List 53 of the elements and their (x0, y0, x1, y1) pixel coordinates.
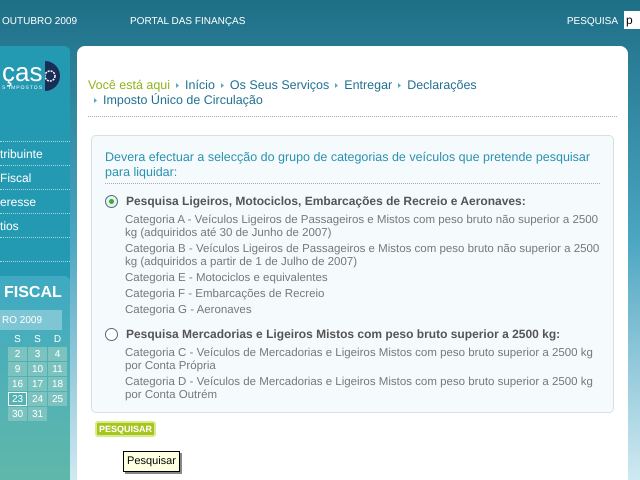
radio-button[interactable] (105, 328, 118, 340)
search-button[interactable]: PESQUISAR (95, 421, 156, 437)
category-text: Categoria C - Veículos de Mercadorias e Ligeiros Mistos com peso bruto superior a 2500 kg por Conta Própria (125, 347, 594, 373)
date-label: OUTUBRO 2009 (2, 15, 78, 29)
weekday-label: S (13, 333, 22, 346)
category-text: Categoria A - Veículos Ligeiros de Passageiros e Mistos com peso bruto não superior a 2500 kg (adquiridos até 30 de Junho de 2007) (125, 214, 600, 240)
breadcrumb-link[interactable]: Início (185, 78, 215, 93)
calendar-day[interactable]: 16 (8, 377, 27, 391)
radio-button[interactable] (105, 194, 118, 208)
breadcrumb-link[interactable]: Entregar (344, 78, 392, 93)
portal-link[interactable]: PORTAL DAS FINANÇAS (130, 14, 246, 29)
calendar-day[interactable]: 24 (28, 392, 47, 406)
calendar-day[interactable]: 30 (8, 407, 27, 421)
triangle-icon (220, 83, 224, 88)
triangle-icon (176, 83, 180, 88)
breadcrumb-label: Você está aqui (88, 78, 170, 93)
triangle-icon (335, 83, 338, 88)
weekday-label: S (33, 333, 42, 346)
sidebar-item[interactable]: tribuinte (0, 142, 70, 166)
calendar-day[interactable]: 18 (48, 377, 67, 391)
calendar-day[interactable]: 9 (8, 362, 27, 376)
radio-label[interactable]: Pesquisa Ligeiros, Motociclos, Embarcações de Recreio e Aeronaves: (126, 192, 526, 210)
breadcrumb-link[interactable]: Os Seus Serviços (230, 78, 330, 93)
sidebar-item[interactable]: tios (0, 214, 70, 238)
triangle-icon (94, 98, 97, 103)
logo-text: ças (2, 59, 44, 86)
calendar-day[interactable]: 10 (28, 362, 47, 376)
category-text: Categoria B - Veículos Ligeiros de Passageiros e Mistos com peso bruto não superior a 2500 kg (adquiridos a partir de 1 de Julho de 2007) (125, 243, 600, 269)
calendar-day[interactable]: 17 (28, 377, 47, 391)
breadcrumb-link[interactable]: Declarações (407, 78, 477, 93)
calendar-month: RO 2009 (0, 310, 62, 330)
calendar-day[interactable]: 4 (48, 347, 67, 361)
search-field[interactable]: p (624, 11, 640, 29)
search-label: PESQUISA (566, 15, 618, 29)
tooltip: Pesquisar (123, 451, 180, 472)
radio-label[interactable]: Pesquisa Mercadorias e Ligeiros Mistos com peso bruto superior a 2500 kg: (126, 325, 560, 343)
calendar-day[interactable]: 23 (8, 392, 27, 406)
calendar-day[interactable]: 11 (48, 362, 67, 376)
calendar-day[interactable]: 3 (28, 347, 47, 361)
breadcrumb-link[interactable]: Imposto Único de Circulação (103, 93, 263, 108)
sidebar-item[interactable]: Fiscal (0, 166, 70, 190)
category-text: Categoria E - Motociclos e equivalentes (125, 272, 329, 285)
triangle-icon (398, 83, 402, 88)
calendar-day[interactable]: 25 (48, 392, 67, 406)
calendar-day[interactable]: 2 (8, 347, 27, 361)
weekday-label: D (52, 333, 62, 346)
category-text: Categoria D - Veículos de Mercadorias e Ligeiros Mistos com peso bruto superior a 2500 kg por Conta Outrém (125, 376, 594, 402)
category-text: Categoria F - Embarcações de Recreio (125, 288, 326, 301)
sidebar-item[interactable]: eresse (0, 190, 70, 214)
calendar-title: FISCAL (3, 283, 63, 303)
calendar-day[interactable]: 31 (28, 407, 47, 421)
question-text: Devera efectuar a selecção do grupo de categorias de veículos que pretende pesquisar para liquidar: (105, 150, 600, 184)
category-text: Categoria G - Aeronaves (125, 304, 253, 317)
